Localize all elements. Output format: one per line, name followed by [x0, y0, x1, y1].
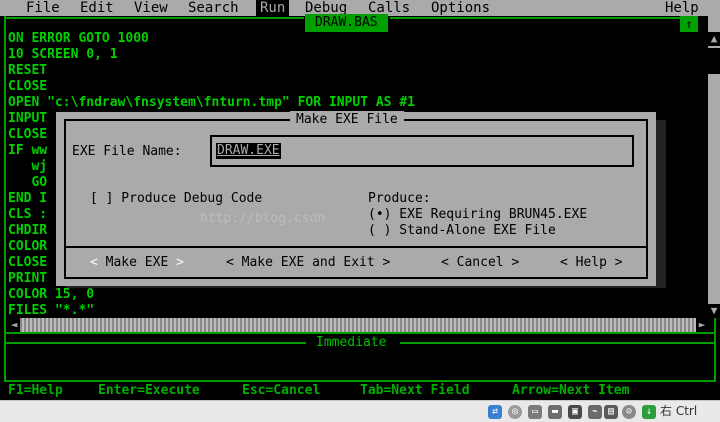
code-line[interactable]: RESET — [8, 63, 47, 79]
exe-name-value[interactable]: DRAW.EXE — [216, 143, 281, 159]
menu-help[interactable]: Help — [665, 0, 699, 16]
mouse-icon[interactable]: ⊘ — [622, 405, 636, 419]
status-next-field: Tab=Next Field — [360, 383, 470, 398]
vm-status-bar: ⇄ ◎ ▭ ▬ ▣ ⌁ ▤ ⊘ ↓ 右 Ctrl — [0, 400, 720, 422]
download-icon[interactable]: ↓ — [642, 405, 656, 419]
watermark: http://blog.csdn — [200, 211, 326, 226]
scroll-left-icon[interactable]: ◄ — [8, 318, 20, 332]
make-exe-and-exit-button[interactable]: < Make EXE and Exit > — [226, 254, 390, 272]
editor-frame-line — [4, 17, 304, 19]
status-execute: Enter=Execute — [98, 383, 200, 398]
make-exe-button[interactable]: < Make EXE > — [90, 254, 184, 272]
cancel-button[interactable]: < Cancel > — [441, 254, 519, 272]
code-line[interactable]: wj — [8, 159, 47, 175]
disk-icon[interactable]: ▭ — [528, 405, 542, 419]
dialog-separator — [64, 246, 648, 248]
menu-options[interactable]: Options — [431, 0, 490, 16]
code-line[interactable]: CHDIR — [8, 223, 47, 239]
scroll-thumb[interactable] — [708, 48, 720, 74]
display-icon[interactable]: ▣ — [568, 405, 582, 419]
scroll-up-icon[interactable]: ▲ — [708, 32, 720, 46]
code-line[interactable]: END I — [8, 191, 47, 207]
menu-view[interactable]: View — [134, 0, 168, 16]
host-key-indicator: 右 Ctrl — [660, 404, 698, 418]
editor-frame-line — [390, 17, 680, 19]
immediate-frame-line — [400, 342, 714, 344]
code-line[interactable]: FILES "*.*" — [8, 303, 94, 319]
code-line[interactable]: 10 SCREEN 0, 1 — [8, 47, 118, 63]
help-button[interactable]: < Help > — [560, 254, 623, 272]
code-line[interactable]: CLS : — [8, 207, 47, 223]
vertical-scrollbar[interactable]: ▲ ▼ — [708, 16, 720, 318]
horizontal-scrollbar[interactable]: ◄ ► — [8, 318, 708, 332]
radio-brun45[interactable]: (•) EXE Requiring BRUN45.EXE — [368, 207, 587, 223]
code-line[interactable]: COLOR — [8, 239, 47, 255]
shared-folder-icon[interactable]: ▤ — [604, 405, 618, 419]
usb-icon[interactable]: ⌁ — [588, 405, 602, 419]
code-line[interactable]: COLOR 15, 0 — [8, 287, 94, 303]
editor-title: DRAW.BAS — [305, 14, 388, 32]
debug-code-checkbox[interactable]: [ ] Produce Debug Code — [90, 191, 262, 207]
produce-label: Produce: — [368, 191, 431, 206]
code-line[interactable]: CLOSE — [8, 79, 47, 95]
network-icon[interactable]: ⇄ — [488, 405, 502, 419]
exe-name-label: EXE File Name: — [72, 144, 182, 159]
status-help: F1=Help — [8, 383, 63, 398]
status-next-item: Arrow=Next Item — [512, 383, 630, 398]
immediate-title: Immediate — [310, 335, 393, 351]
dialog-title: Make EXE File — [290, 111, 404, 129]
menu-file[interactable]: File — [26, 0, 60, 16]
cd-icon[interactable]: ◎ — [508, 405, 522, 419]
code-line[interactable]: IF ww — [8, 143, 47, 159]
folder-icon[interactable]: ▬ — [548, 405, 562, 419]
exe-name-input[interactable]: DRAW.EXE — [210, 135, 634, 167]
code-line[interactable]: GO — [8, 175, 47, 191]
code-line[interactable]: PRINT — [8, 271, 47, 287]
menu-run[interactable]: Run — [256, 0, 290, 16]
scroll-down-icon[interactable]: ▼ — [708, 304, 720, 318]
code-line[interactable]: ON ERROR GOTO 1000 — [8, 31, 149, 47]
scroll-right-icon[interactable]: ► — [696, 318, 708, 332]
status-bar: F1=Help Enter=Execute Esc=Cancel Tab=Nex… — [0, 382, 720, 400]
menu-edit[interactable]: Edit — [80, 0, 114, 16]
code-line[interactable]: CLOSE — [8, 255, 47, 271]
code-line[interactable]: OPEN "c:\fndraw\fnsystem\fnturn.tmp" FOR… — [8, 95, 415, 111]
status-cancel: Esc=Cancel — [242, 383, 321, 398]
code-line[interactable]: INPUT — [8, 111, 47, 127]
menu-search[interactable]: Search — [188, 0, 239, 16]
maximize-icon[interactable]: ↑ — [680, 16, 698, 32]
immediate-frame-line — [6, 342, 306, 344]
radio-standalone[interactable]: ( ) Stand-Alone EXE File — [368, 223, 556, 239]
code-line[interactable]: CLOSE — [8, 127, 47, 143]
